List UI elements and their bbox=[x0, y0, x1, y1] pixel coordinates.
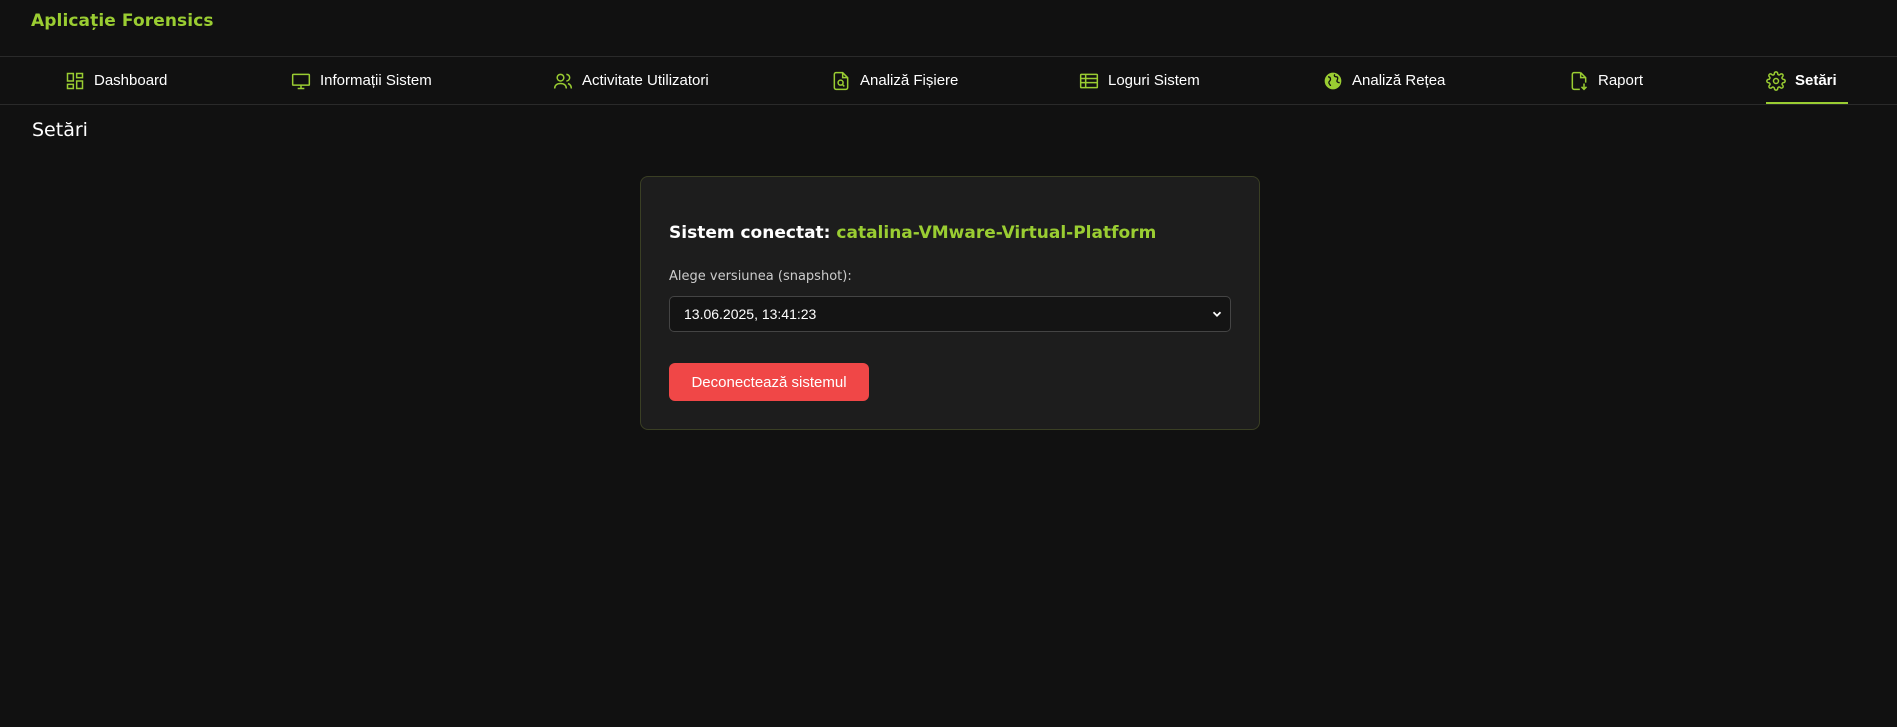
users-icon bbox=[553, 73, 573, 89]
snapshot-selected-value: 13.06.2025, 13:41:23 bbox=[684, 306, 817, 322]
monitor-icon bbox=[291, 73, 311, 89]
connected-system-line: Sistem conectat: catalina-VMware-Virtual… bbox=[669, 223, 1156, 243]
gear-icon bbox=[1766, 70, 1786, 91]
nav-item-user-activity[interactable]: Activitate Utilizatori bbox=[553, 57, 709, 104]
nav-item-dashboard[interactable]: Dashboard bbox=[65, 57, 167, 104]
snapshot-label: Alege versiunea (snapshot): bbox=[669, 269, 852, 284]
nav-label: Raport bbox=[1598, 72, 1644, 89]
nav-item-settings[interactable]: Setări bbox=[1766, 57, 1848, 104]
nav-label: Informații Sistem bbox=[320, 72, 432, 89]
globe-icon bbox=[1324, 72, 1342, 89]
app-title: Aplicație Forensics bbox=[31, 11, 214, 31]
nav-label: Analiză Fișiere bbox=[860, 72, 959, 89]
dashboard-icon bbox=[66, 72, 84, 89]
connected-label: Sistem conectat: bbox=[669, 223, 831, 243]
page-title: Setări bbox=[32, 119, 88, 141]
nav-label: Activitate Utilizatori bbox=[582, 72, 709, 89]
main-nav: Dashboard Informații Sistem Activitate U… bbox=[0, 57, 1897, 105]
snapshot-select[interactable]: 13.06.2025, 13:41:23 bbox=[669, 296, 1231, 332]
settings-card: Sistem conectat: catalina-VMware-Virtual… bbox=[640, 176, 1260, 430]
file-download-icon bbox=[1571, 71, 1588, 90]
disconnect-button[interactable]: Deconectează sistemul bbox=[669, 363, 869, 401]
chevron-down-icon bbox=[1212, 311, 1222, 317]
nav-label: Setări bbox=[1795, 72, 1837, 89]
nav-item-system-info[interactable]: Informații Sistem bbox=[291, 57, 432, 104]
nav-item-file-analysis[interactable]: Analiză Fișiere bbox=[831, 57, 958, 104]
nav-label: Analiză Rețea bbox=[1352, 72, 1446, 89]
table-icon bbox=[1079, 73, 1099, 88]
nav-item-report[interactable]: Raport bbox=[1569, 57, 1643, 104]
nav-label: Loguri Sistem bbox=[1108, 72, 1200, 89]
nav-item-network-analysis[interactable]: Analiză Rețea bbox=[1323, 57, 1445, 104]
nav-item-system-logs[interactable]: Loguri Sistem bbox=[1079, 57, 1200, 104]
file-search-icon bbox=[833, 71, 849, 90]
nav-label: Dashboard bbox=[94, 72, 168, 89]
connected-system-name: catalina-VMware-Virtual-Platform bbox=[836, 223, 1157, 243]
app-header: Aplicație Forensics bbox=[0, 0, 1897, 57]
